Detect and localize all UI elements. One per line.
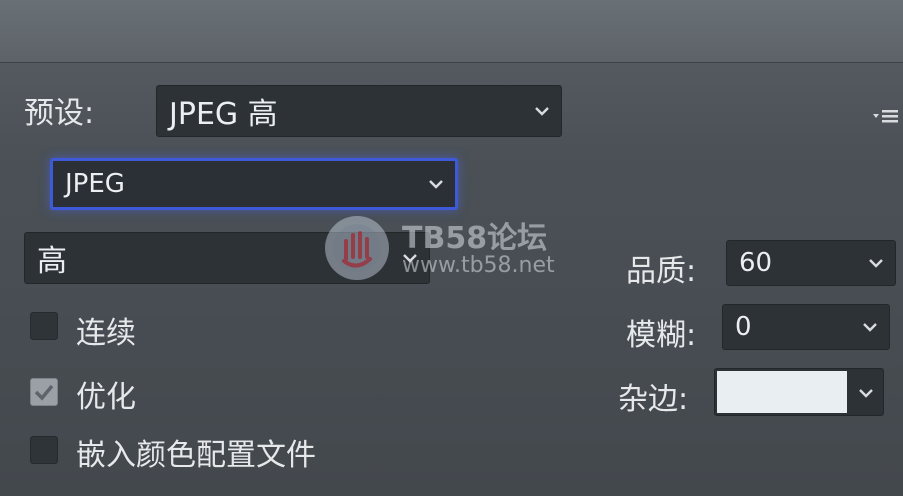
embed-profile-label: 嵌入颜色配置文件	[76, 438, 316, 473]
optimized-checkbox[interactable]	[30, 378, 58, 406]
blur-value: 0	[735, 312, 752, 342]
quality-label: 品质:	[626, 254, 697, 289]
preset-select[interactable]: JPEG 高	[156, 85, 562, 137]
progressive-label: 连续	[76, 316, 136, 351]
matte-label: 杂边:	[618, 382, 689, 417]
watermark-url: www.tb58.net	[402, 253, 555, 278]
blur-field[interactable]: 0	[722, 304, 890, 350]
hand-logo-icon	[325, 216, 389, 280]
chevron-down-icon	[535, 107, 549, 116]
format-select[interactable]: JPEG	[50, 158, 458, 210]
embed-profile-checkbox[interactable]	[30, 436, 58, 464]
optimized-label: 优化	[76, 380, 136, 415]
panel-menu-icon[interactable]	[872, 106, 898, 126]
preset-value: JPEG 高	[169, 97, 278, 132]
panel-top-bar	[0, 0, 903, 63]
chevron-down-icon[interactable]	[867, 254, 885, 272]
blur-label: 模糊:	[626, 318, 697, 353]
quality-preset-value: 高	[37, 244, 67, 279]
watermark-title: TB58论坛	[402, 221, 548, 256]
quality-value: 60	[739, 248, 773, 278]
matte-color-swatch[interactable]	[717, 371, 847, 413]
progressive-checkbox[interactable]	[30, 312, 58, 340]
chevron-down-icon[interactable]	[861, 318, 879, 336]
quality-field[interactable]: 60	[726, 240, 896, 286]
watermark: TB58论坛 www.tb58.net	[322, 213, 582, 283]
chevron-down-icon[interactable]	[857, 384, 875, 402]
format-value: JPEG	[65, 169, 125, 199]
chevron-down-icon	[429, 180, 443, 189]
preset-label: 预设:	[24, 96, 95, 131]
matte-color-picker[interactable]	[714, 368, 884, 416]
checkmark-icon	[34, 384, 54, 401]
